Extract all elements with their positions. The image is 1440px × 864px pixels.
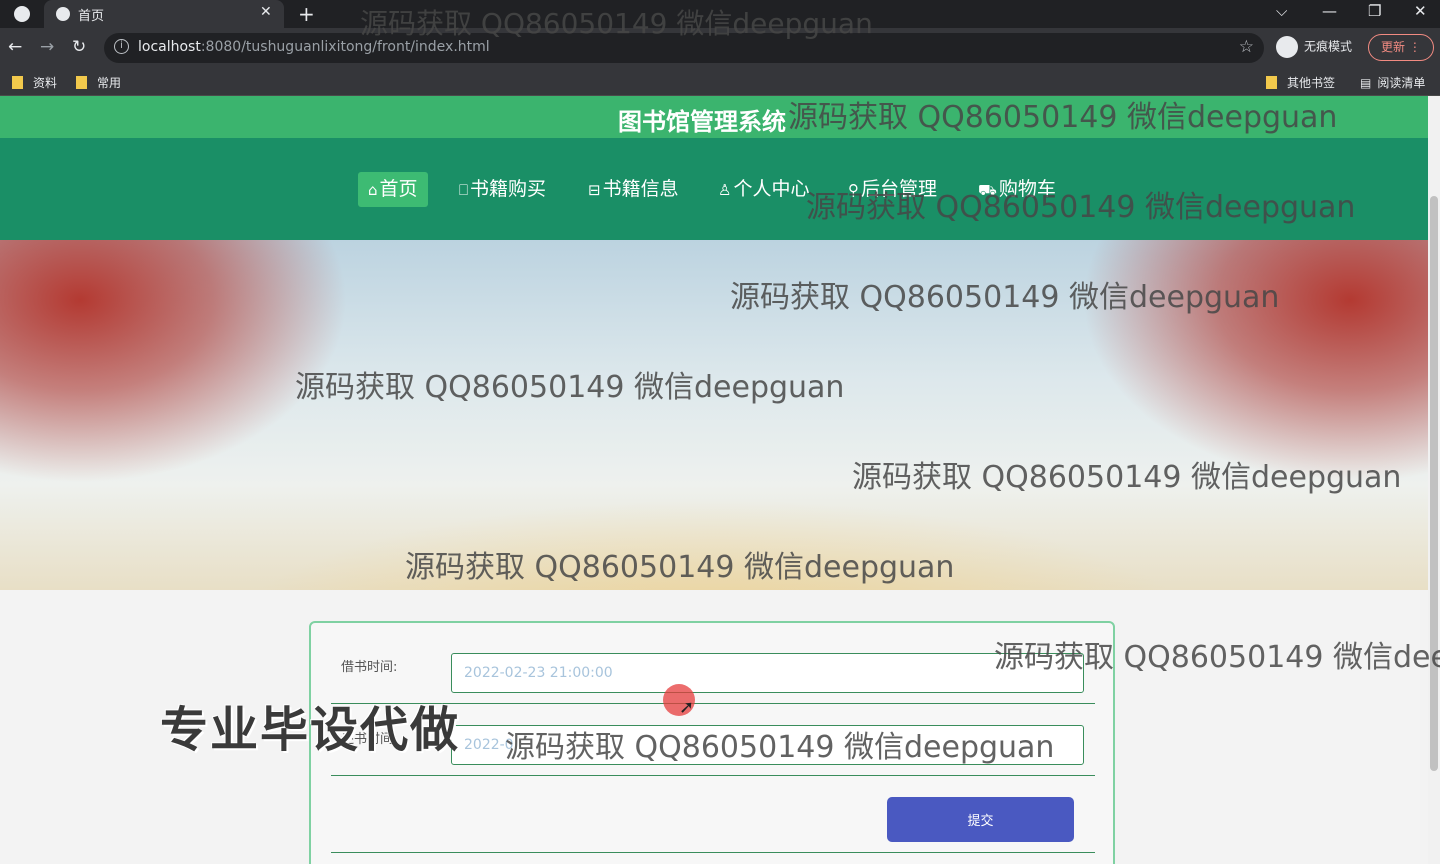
bookmark-folder[interactable]: 资料 <box>12 74 57 91</box>
reading-list-icon: ▤ <box>1360 76 1372 90</box>
promo-overlay-text: 专业毕设代做 <box>160 702 461 758</box>
nav-item-home[interactable]: ⌂ 首页 <box>358 172 428 207</box>
bookmark-label: 资料 <box>33 76 58 90</box>
bookmark-label: 阅读清单 <box>1377 76 1426 90</box>
nav-item-book-info[interactable]: ⊟ 书籍信息 <box>578 172 689 207</box>
divider <box>331 775 1095 776</box>
tab-close-icon[interactable]: ✕ <box>260 4 272 20</box>
nav-label: 书籍购买 <box>470 178 547 200</box>
folder-icon <box>76 76 87 89</box>
bookmark-star-icon[interactable]: ☆ <box>1239 37 1254 57</box>
nav-item-admin[interactable]: ⚲ 后台管理 <box>838 172 947 207</box>
tab-search-icon[interactable]: ⌵ <box>1276 2 1287 20</box>
url-host: localhost <box>138 39 201 55</box>
tab-title: 首页 <box>78 9 105 24</box>
borrow-time-label: 借书时间: <box>341 660 398 675</box>
browser-tab[interactable]: 首页 ✕ <box>44 0 284 28</box>
nav-item-profile[interactable]: ♙ 个人中心 <box>708 172 819 207</box>
user-icon: ♙ <box>718 181 732 199</box>
address-bar[interactable]: i localhost:8080/tushuguanlixitong/front… <box>104 33 1264 63</box>
url-text[interactable]: localhost:8080/tushuguanlixitong/front/i… <box>138 39 490 55</box>
reload-icon[interactable]: ↻ <box>72 37 86 57</box>
forward-icon[interactable]: → <box>40 37 54 57</box>
scrollbar-thumb[interactable] <box>1430 196 1438 771</box>
key-icon: ⚲ <box>848 181 859 199</box>
divider <box>331 852 1095 853</box>
other-bookmarks[interactable]: 其他书签 <box>1266 74 1335 91</box>
return-time-input[interactable]: 2022-0 <box>451 725 1084 765</box>
folder-icon <box>12 76 23 89</box>
update-label: 更新 <box>1381 40 1406 54</box>
bookmarks-bar: 资料 常用 其他书签 ▤ 阅读清单 <box>0 68 1440 96</box>
borrow-time-input[interactable]: 2022-02-23 21:00:00 <box>451 653 1084 693</box>
main-nav: ⌂ 首页 ⎕ 书籍购买 ⊟ 书籍信息 ♙ 个人中心 ⚲ 后台管理 ⛟ 购物车 <box>0 138 1428 240</box>
browser-tab-strip: 首页 ✕ + ⌵ — ❐ ✕ <box>0 0 1440 28</box>
incognito-indicator[interactable]: 无痕模式 <box>1276 36 1352 58</box>
page-scrollbar[interactable] <box>1428 96 1440 864</box>
new-tab-icon[interactable]: + <box>298 2 315 26</box>
site-title: 图书馆管理系统 <box>618 108 786 136</box>
book-icon: ⎕ <box>459 181 469 199</box>
nav-item-cart[interactable]: ⛟ 购物车 <box>968 172 1066 207</box>
reading-list[interactable]: ▤ 阅读清单 <box>1360 74 1425 91</box>
folder-icon <box>1266 76 1277 89</box>
nav-label: 个人中心 <box>733 178 810 200</box>
bookmark-label: 其他书签 <box>1287 76 1336 90</box>
bookmark-label: 常用 <box>97 76 122 90</box>
list-icon: ⊟ <box>588 181 601 199</box>
nav-label: 购物车 <box>998 178 1056 200</box>
home-icon: ⌂ <box>368 181 378 199</box>
window-close-icon[interactable]: ✕ <box>1414 2 1427 20</box>
browser-menu-icon[interactable] <box>14 6 30 22</box>
bookmark-folder[interactable]: 常用 <box>76 74 121 91</box>
browser-toolbar: ← → ↻ i localhost:8080/tushuguanlixitong… <box>0 28 1440 68</box>
incognito-label: 无痕模式 <box>1304 39 1353 54</box>
update-button[interactable]: 更新 ⋮ <box>1368 34 1434 61</box>
url-path: :8080/tushuguanlixitong/front/index.html <box>200 39 490 55</box>
cart-icon: ⛟ <box>978 181 997 199</box>
site-info-icon[interactable]: i <box>114 39 129 54</box>
submit-button[interactable]: 提交 <box>887 797 1074 842</box>
nav-label: 后台管理 <box>861 178 938 200</box>
site-header: 图书馆管理系统 <box>0 96 1428 138</box>
back-icon[interactable]: ← <box>8 37 22 57</box>
incognito-icon <box>1276 36 1298 58</box>
nav-item-buy-books[interactable]: ⎕ 书籍购买 <box>449 172 556 207</box>
banner-carousel <box>0 240 1428 711</box>
restore-icon[interactable]: ❐ <box>1368 2 1381 20</box>
nav-label: 首页 <box>379 178 418 200</box>
mouse-cursor-icon: ➚ <box>679 697 695 718</box>
tab-favicon-icon <box>56 7 70 21</box>
nav-label: 书籍信息 <box>602 178 679 200</box>
minimize-icon[interactable]: — <box>1322 2 1337 20</box>
